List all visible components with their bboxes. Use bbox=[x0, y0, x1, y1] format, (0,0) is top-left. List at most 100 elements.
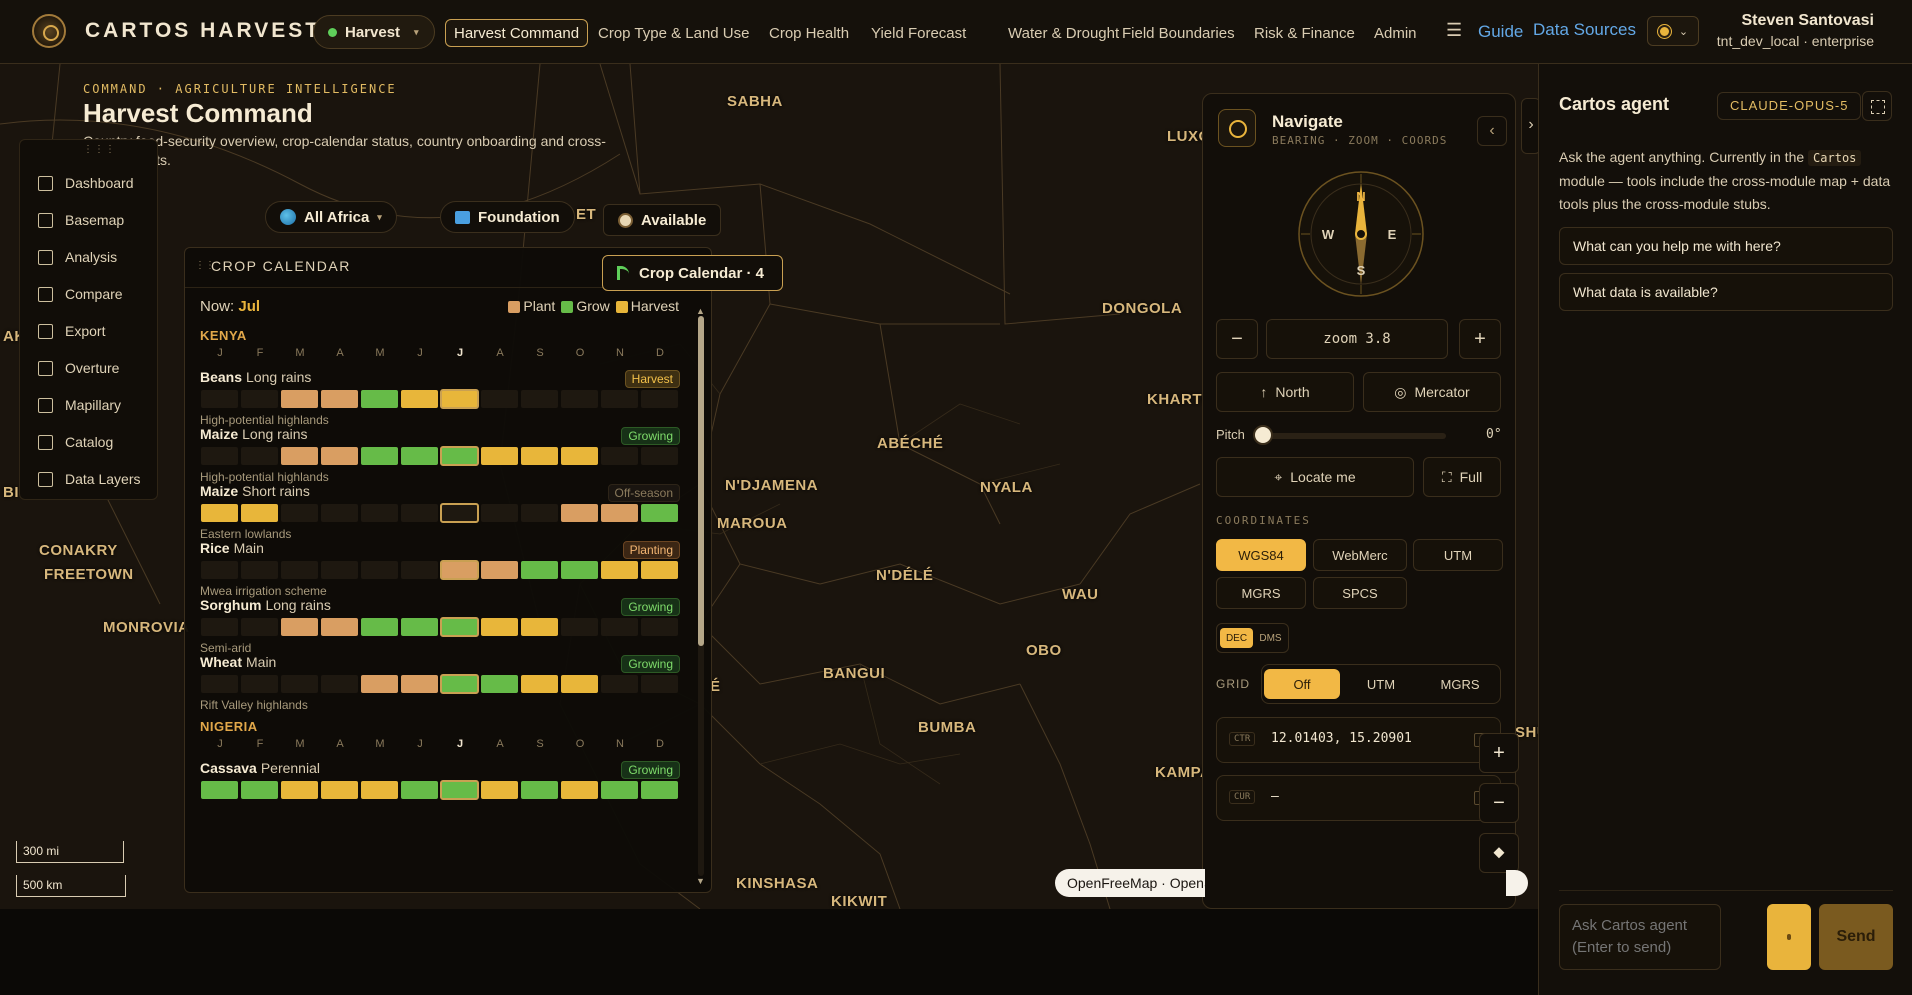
theme-toggle[interactable]: ⌄ bbox=[1647, 16, 1699, 46]
grid-mgrs[interactable]: MGRS bbox=[1422, 669, 1498, 699]
status-badge: Growing bbox=[621, 761, 680, 779]
tool-analysis[interactable]: Analysis bbox=[38, 246, 117, 268]
scrollbar[interactable]: ▲ ▼ bbox=[696, 306, 706, 886]
grid-off[interactable]: Off bbox=[1264, 669, 1340, 699]
guide-link[interactable]: Guide bbox=[1478, 22, 1523, 42]
north-button[interactable]: ↑ North bbox=[1216, 372, 1354, 412]
cursor-coords: CUR – bbox=[1216, 775, 1501, 821]
scroll-thumb[interactable] bbox=[698, 316, 704, 646]
coord-system-mgrs[interactable]: MGRS bbox=[1216, 577, 1306, 609]
month-cell bbox=[601, 504, 638, 522]
crop-season: Long rains bbox=[246, 369, 312, 385]
map-zoom-out-button[interactable]: − bbox=[1479, 783, 1519, 823]
attach-button[interactable] bbox=[1767, 904, 1811, 970]
crop-row[interactable]: Cassava Perennial Growing bbox=[200, 760, 680, 826]
coord-system-webmerc[interactable]: WebMerc bbox=[1313, 539, 1407, 571]
format-dec[interactable]: DEC bbox=[1220, 628, 1253, 648]
menu-icon[interactable]: ☰ bbox=[1446, 20, 1462, 41]
month-cell bbox=[241, 447, 278, 465]
expand-icon[interactable] bbox=[1862, 91, 1892, 121]
month-cell bbox=[521, 561, 558, 579]
month-cell bbox=[241, 675, 278, 693]
send-button[interactable]: Send bbox=[1819, 904, 1893, 970]
crop-calendar-bar bbox=[200, 446, 680, 466]
pitch-slider-handle[interactable] bbox=[1253, 425, 1273, 445]
map-label: MAROUA bbox=[717, 515, 788, 532]
zoom-in-button[interactable]: + bbox=[1459, 319, 1501, 359]
month-cell bbox=[481, 390, 518, 408]
region-filter[interactable]: All Africa ▾ bbox=[265, 201, 397, 233]
locate-me-button[interactable]: ⌖ Locate me bbox=[1216, 457, 1414, 497]
map-label: KINSHASA bbox=[736, 875, 819, 892]
tier-label: Foundation bbox=[478, 208, 560, 226]
crop-name: Maize Short rains bbox=[200, 483, 310, 499]
tool-mapillary[interactable]: Mapillary bbox=[38, 394, 121, 416]
tab-admin[interactable]: Admin bbox=[1374, 19, 1417, 47]
user-name[interactable]: Steven Santovasi bbox=[1742, 12, 1875, 30]
fullscreen-button[interactable]: ⛶ Full bbox=[1423, 457, 1501, 497]
tab-risk-finance[interactable]: Risk & Finance bbox=[1254, 19, 1355, 47]
compass-rose[interactable]: N E S W bbox=[1296, 169, 1426, 299]
clock-icon bbox=[618, 212, 633, 228]
month-cell bbox=[241, 781, 278, 799]
drag-handle-icon[interactable]: ⋮⋮⋮ bbox=[83, 144, 116, 155]
status-badge: Harvest bbox=[624, 370, 680, 388]
month-cell bbox=[401, 561, 438, 579]
month-letter: O bbox=[575, 738, 585, 750]
model-badge[interactable]: CLAUDE-OPUS-5 bbox=[1717, 92, 1862, 120]
tool-export[interactable]: Export bbox=[38, 320, 105, 342]
scroll-down-icon[interactable]: ▼ bbox=[696, 876, 705, 886]
agent-input[interactable] bbox=[1559, 904, 1721, 970]
module-switcher[interactable]: Harvest ▾ bbox=[313, 15, 435, 49]
crop-calendar-list[interactable]: KENYA J F M A M J J A S O N D Beans Long rains Harvest H… bbox=[185, 328, 695, 892]
projection-button[interactable]: ◎ Mercator bbox=[1363, 372, 1501, 412]
month-cell bbox=[321, 618, 358, 636]
tool-compare[interactable]: Compare bbox=[38, 283, 123, 305]
map-attribution[interactable]: OpenFreeMap · OpenStreetMap bbox=[1055, 869, 1205, 897]
catalog-icon bbox=[38, 434, 53, 450]
month-cell bbox=[401, 618, 438, 636]
divider bbox=[1559, 890, 1893, 891]
tab-yield-forecast[interactable]: Yield Forecast bbox=[871, 19, 966, 47]
crop-calendar-toggle[interactable]: Crop Calendar · 4 bbox=[602, 255, 783, 291]
tab-harvest-command[interactable]: Harvest Command bbox=[445, 19, 589, 47]
collapse-button[interactable]: ‹ bbox=[1477, 116, 1507, 146]
country-heading: NIGERIA bbox=[200, 719, 258, 734]
grid-icon bbox=[38, 360, 53, 376]
tool-catalog[interactable]: Catalog bbox=[38, 431, 113, 453]
zoom-out-button[interactable]: − bbox=[1216, 319, 1258, 359]
crop-row[interactable]: Wheat Main Growing Rift Valley highlands bbox=[200, 654, 680, 720]
crop-name: Beans Long rains bbox=[200, 369, 312, 385]
grid-utm[interactable]: UTM bbox=[1343, 669, 1419, 699]
coord-system-wgs84[interactable]: WGS84 bbox=[1216, 539, 1306, 571]
map-label: OBO bbox=[1026, 642, 1062, 659]
crop-location: High-potential highlands bbox=[200, 470, 329, 484]
tab-field-boundaries[interactable]: Field Boundaries bbox=[1122, 19, 1235, 47]
region-label: All Africa bbox=[304, 208, 370, 226]
coord-system-spcs[interactable]: SPCS bbox=[1313, 577, 1407, 609]
tab-crop-type[interactable]: Crop Type & Land Use bbox=[598, 19, 749, 47]
tool-dashboard[interactable]: Dashboard bbox=[38, 172, 134, 194]
coord-system-utm[interactable]: UTM bbox=[1413, 539, 1503, 571]
scroll-up-icon[interactable]: ▲ bbox=[696, 306, 705, 316]
tab-crop-health[interactable]: Crop Health bbox=[769, 19, 849, 47]
zoom-level: zoom 3.8 bbox=[1266, 319, 1448, 359]
tool-data-layers[interactable]: Data Layers bbox=[38, 468, 140, 490]
data-sources-link[interactable]: Data Sources bbox=[1533, 20, 1636, 40]
month-cell bbox=[481, 447, 518, 465]
tier-filter[interactable]: Foundation bbox=[440, 201, 575, 233]
pitch-slider[interactable] bbox=[1256, 433, 1446, 439]
tool-overture[interactable]: Overture bbox=[38, 357, 119, 379]
month-letter: A bbox=[496, 347, 504, 359]
suggestion-button[interactable]: What data is available? bbox=[1559, 273, 1893, 311]
map-reset-bearing-button[interactable]: ⬥ bbox=[1479, 833, 1519, 873]
month-cell bbox=[641, 618, 678, 636]
tab-water-drought[interactable]: Water & Drought bbox=[1008, 19, 1119, 47]
tool-basemap[interactable]: Basemap bbox=[38, 209, 124, 231]
page-kicker: COMMAND · AGRICULTURE INTELLIGENCE bbox=[83, 82, 397, 96]
map-label: BI bbox=[3, 484, 19, 501]
map-zoom-in-button[interactable]: + bbox=[1479, 733, 1519, 773]
suggestion-button[interactable]: What can you help me with here? bbox=[1559, 227, 1893, 265]
availability-filter[interactable]: Available bbox=[603, 204, 722, 236]
format-dms[interactable]: DMS bbox=[1254, 628, 1287, 648]
